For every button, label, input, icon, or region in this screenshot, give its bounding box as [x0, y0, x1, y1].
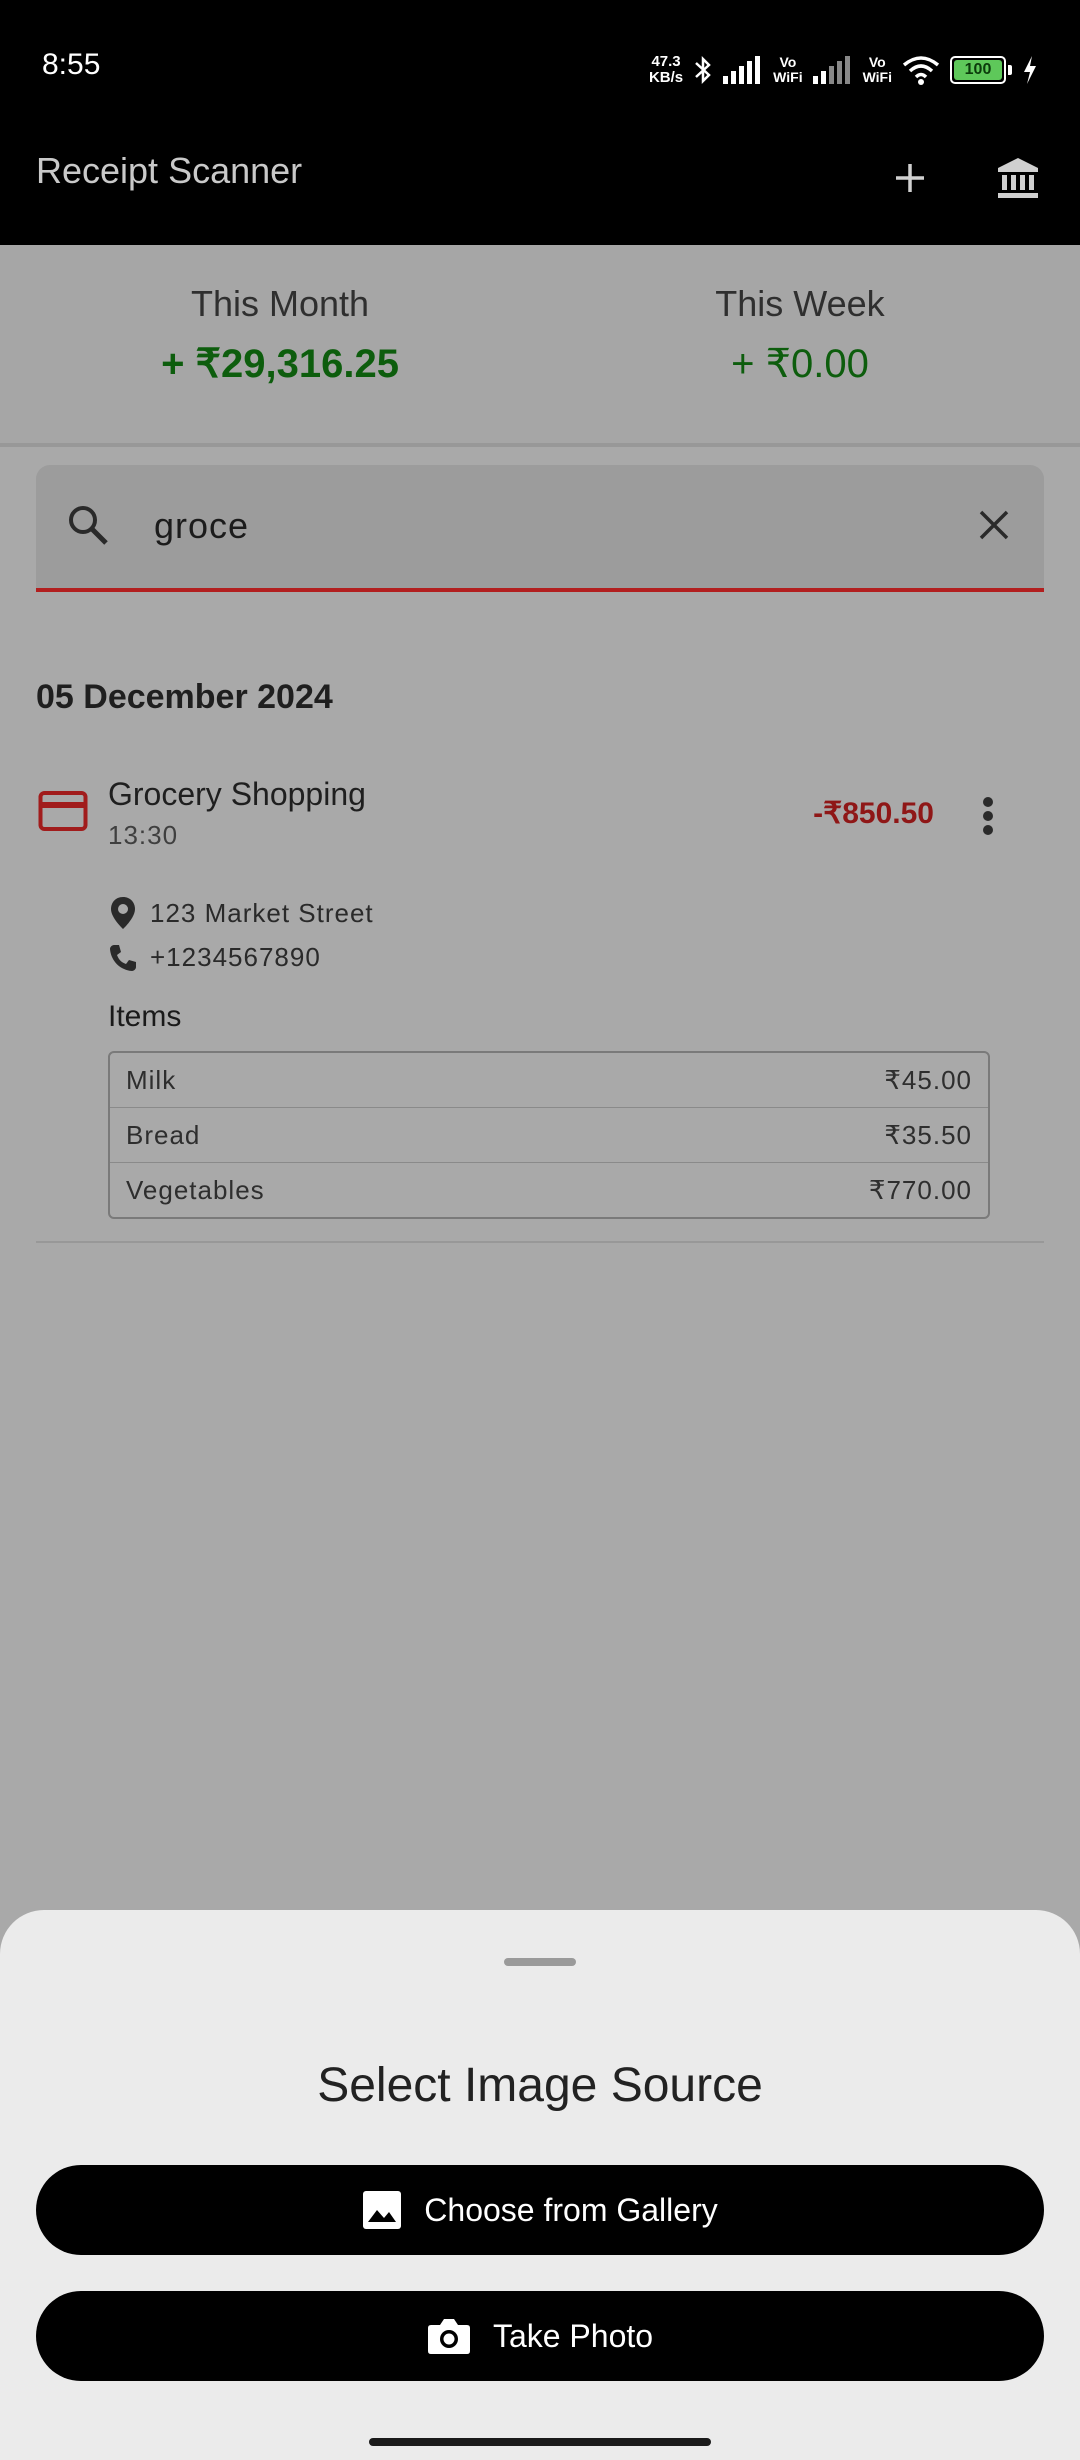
signal-icon-1: [723, 56, 761, 84]
bluetooth-icon: [695, 55, 711, 85]
status-bar: 8:55 47.3 KB/s Vo WiFi Vo WiFi 100: [0, 0, 1080, 135]
drag-handle[interactable]: [504, 1958, 576, 1966]
image-icon: [363, 2191, 402, 2229]
search-field[interactable]: groce: [36, 465, 1044, 592]
search-icon: [69, 506, 108, 545]
month-label: This Month: [190, 283, 370, 324]
credit-card-icon: [38, 791, 88, 831]
week-label: This Week: [715, 283, 885, 324]
gallery-button-label: Choose from Gallery: [424, 2191, 718, 2228]
location-pin-icon: [111, 897, 135, 929]
charging-icon: [1024, 56, 1036, 84]
table-row: Milk ₹45.00: [110, 1053, 988, 1108]
close-icon: [979, 510, 1009, 540]
bank-icon: [998, 158, 1038, 198]
clear-search-button[interactable]: [966, 497, 1022, 553]
month-summary: This Month + ₹29,316.25: [10, 283, 550, 387]
phone-text: +1234567890: [150, 942, 321, 972]
sheet-title: Select Image Source: [317, 2059, 763, 2112]
status-time: 8:55: [42, 48, 101, 81]
phone-icon: [110, 944, 136, 971]
choose-from-gallery-button[interactable]: Choose from Gallery: [36, 2165, 1044, 2255]
transaction-menu-button[interactable]: [960, 788, 1016, 844]
transaction-amount: -₹850.50: [813, 797, 934, 830]
take-photo-label: Take Photo: [492, 2317, 654, 2354]
item-name: Vegetables: [126, 1174, 265, 1205]
vowifi-label-1: Vo WiFi: [773, 54, 803, 85]
item-price: ₹770.00: [868, 1174, 972, 1205]
battery-tip: [1008, 65, 1012, 75]
summary-panel: This Month + ₹29,316.25 This Week + ₹0.0…: [0, 245, 1080, 443]
item-price: ₹45.00: [884, 1064, 972, 1095]
month-value: + ₹29,316.25: [161, 342, 399, 386]
summary-divider: [0, 443, 1080, 447]
wifi-icon: [902, 56, 940, 85]
week-summary: This Week + ₹0.00: [530, 283, 1070, 387]
vowifi-label-2: Vo WiFi: [862, 54, 892, 85]
items-label: Items: [108, 1000, 182, 1033]
image-source-sheet: Select Image Source Choose from Gallery …: [0, 1910, 1080, 2460]
bank-button[interactable]: [988, 148, 1048, 208]
take-photo-button[interactable]: Take Photo: [36, 2291, 1044, 2381]
items-table: Milk ₹45.00 Bread ₹35.50 Vegetables ₹770…: [108, 1051, 990, 1219]
address-text: 123 Market Street: [150, 897, 374, 928]
item-price: ₹35.50: [884, 1119, 972, 1150]
signal-icon-2: [812, 56, 850, 84]
address-row: 123 Market Street: [108, 896, 374, 930]
list-divider: [36, 1241, 1044, 1243]
add-receipt-button[interactable]: [880, 148, 940, 208]
status-icons: 47.3 KB/s Vo WiFi Vo WiFi 100: [649, 50, 1038, 90]
home-indicator[interactable]: [369, 2438, 711, 2446]
plus-icon: [896, 164, 924, 192]
table-row: Vegetables ₹770.00: [110, 1163, 988, 1217]
table-row: Bread ₹35.50: [110, 1108, 988, 1163]
network-speed: 47.3 KB/s: [648, 53, 684, 86]
more-vert-icon: [983, 797, 993, 835]
item-name: Bread: [126, 1119, 201, 1150]
week-value: + ₹0.00: [731, 342, 869, 386]
item-name: Milk: [126, 1064, 177, 1095]
date-header: 05 December 2024: [36, 678, 333, 716]
transaction-title[interactable]: Grocery Shopping: [108, 776, 366, 813]
transaction-time: 13:30: [108, 820, 179, 850]
battery-icon: 100: [950, 56, 1006, 84]
phone-row: +1234567890: [108, 942, 321, 973]
app-title: Receipt Scanner: [36, 150, 303, 191]
search-input[interactable]: groce: [154, 505, 249, 547]
camera-icon: [427, 2319, 470, 2354]
